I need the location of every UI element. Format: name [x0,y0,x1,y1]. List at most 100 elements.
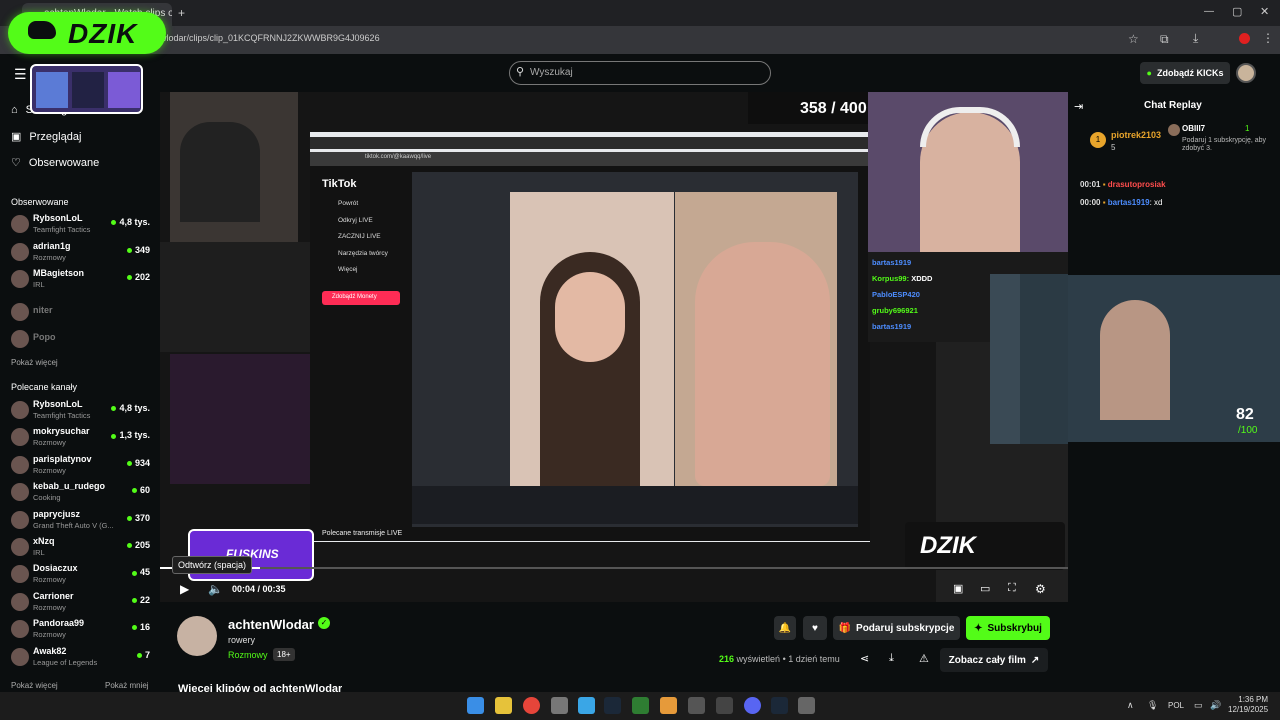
channel-avatar [11,243,29,261]
age-badge: 18+ [273,648,295,661]
viewer-count: 7 [137,650,150,660]
overlay-chat-user: PabloESP420 [872,290,920,299]
followed-channel-item[interactable]: MBagietson IRL 202 [11,267,156,293]
category-link[interactable]: Rozmowy [228,650,268,660]
webcam-person [1100,300,1170,420]
recommended-channel-item[interactable]: RybsonLoL Teamfight Tactics 4,8 tys. [11,398,156,424]
collapse-chat-icon[interactable]: ⇥ [1074,100,1083,113]
channel-avatar [11,510,29,529]
download-clip-icon[interactable]: ⤓ [889,652,894,665]
excel-icon[interactable] [632,697,649,714]
recommended-channel-item[interactable]: xNzq IRL 205 [11,535,156,561]
share-icon[interactable]: ⋖ [860,652,869,665]
kick-icon: ● [1146,68,1152,78]
show-less-recommended[interactable]: Pokaż mniej [105,681,149,690]
video-player[interactable]: tiktok.com/@kaawqq/live TikTok Powrót Odk… [160,92,1068,602]
show-more-followed[interactable]: Pokaż więcej [11,358,58,367]
gift-sub-button[interactable]: 🎁 Podaruj subskrypcje [833,616,960,640]
theater-icon[interactable]: ▭ [980,582,990,595]
file-explorer-icon[interactable] [495,697,512,714]
recommended-channel-item[interactable]: Dosiaczux Rozmowy 45 [11,562,156,588]
chat-user[interactable]: bartas1919 [1108,198,1150,207]
profile-icon[interactable] [1239,33,1250,44]
settings-icon[interactable] [798,697,815,714]
subscribe-button[interactable]: ✦ Subskrybuj [966,616,1050,640]
discord-icon[interactable] [744,697,761,714]
channel-avatar[interactable] [177,616,217,656]
recommended-channel-item[interactable]: Carrioner Rozmowy 22 [11,590,156,616]
play-icon[interactable]: ▶ [180,582,189,596]
address-bar[interactable]: wlodar/clips/clip_01KCQFRNNJ2ZKWWBR9G4J0… [160,33,380,43]
app-icon-4[interactable] [716,697,733,714]
channel-category: Rozmowy [33,602,66,612]
tray-chevron-icon[interactable]: ∧ [1127,700,1134,711]
recommended-section-title: Polecane kanały [11,382,78,392]
chrome-icon[interactable] [523,697,540,714]
minimize-button[interactable]: — [1204,6,1214,17]
network-icon[interactable]: ▭ [1194,700,1203,711]
play-tooltip: Odtwórz (spacja) [172,556,253,574]
viewer-count: 349 [127,245,150,255]
progress-track[interactable] [160,567,1068,569]
home-icon: ⌂ [11,104,18,116]
recommended-channel-item[interactable]: parisplatynov Rozmowy 934 [11,453,156,479]
followed-channel-item[interactable]: Popo [11,327,156,353]
speaker-icon[interactable]: 🔊 [1210,700,1221,711]
close-window-button[interactable]: ✕ [1260,5,1269,18]
user-avatar[interactable] [1236,63,1256,83]
recommended-channel-item[interactable]: paprycjusz Grand Theft Auto V (G... 370 [11,508,156,534]
steam-icon-2[interactable] [771,697,788,714]
report-icon[interactable]: ⚠ [919,652,929,665]
overlay-chat-line: bartas1919 [872,322,911,331]
overlay-chat-user: bartas1919 [872,258,912,267]
channel-name: paprycjusz [33,508,81,519]
language-indicator[interactable]: POL [1168,701,1184,710]
show-more-recommended[interactable]: Pokaż więcej [11,681,58,690]
obs-icon[interactable] [551,697,568,714]
bookmark-star-icon[interactable]: ☆ [1128,32,1139,46]
menu-dots-icon[interactable]: ⋮ [1262,31,1274,45]
download-icon[interactable]: ⤓ [1193,31,1198,46]
app-icon-2[interactable] [660,697,677,714]
notification-bell-icon[interactable]: 🔔 [774,616,796,640]
search-input[interactable]: Wyszukaj [509,61,771,85]
maximize-button[interactable]: ▢ [1232,5,1242,18]
overlay-chat-text: XDDD [911,274,933,283]
mic-icon[interactable]: 🎙 [1147,700,1158,711]
recommended-channel-item[interactable]: Awak82 League of Legends 7 [11,645,156,671]
channel-name[interactable]: achtenWlodar [228,617,314,632]
gift-sub-label: Podaruj subskrypcje [856,622,955,634]
extensions-icon[interactable]: ⧉ [1160,32,1169,47]
viewer-count: 22 [132,595,150,605]
overlay-chat-line: gruby696921 [872,306,918,315]
recommended-channel-item[interactable]: Pandoraa99 Rozmowy 16 [11,617,156,643]
recommended-channel-item[interactable]: mokrysuchar Rozmowy 1,3 tys. [11,425,156,451]
follow-heart-icon[interactable]: ♥ [803,616,827,640]
channel-avatar [11,620,29,639]
volume-icon[interactable]: 🔈 [208,582,223,596]
start-icon[interactable] [467,697,484,714]
followed-channel-item[interactable]: RybsonLoL Teamfight Tactics 4,8 tys. [11,212,156,238]
new-tab-button[interactable]: + [178,6,185,20]
fullscreen-icon[interactable]: ⛶ [1008,582,1016,595]
overlay-chat-user: Korpus99 [872,274,907,283]
watch-full-label: Zobacz cały film [948,654,1026,666]
hamburger-menu-icon[interactable]: ☰ [14,66,27,83]
chat-user[interactable]: drasutoprosiak [1108,180,1166,189]
pip-icon[interactable]: ▣ [953,582,963,595]
channel-category: Rozmowy [33,575,66,585]
nav-following[interactable]: ♡ Obserwowane [11,156,99,170]
settings-gear-icon[interactable]: ⚙ [1035,582,1046,596]
channel-category: Rozmowy [33,465,66,475]
followed-channel-item[interactable]: niter [11,300,156,326]
nav-browse[interactable]: ▣ Przeglądaj [11,130,81,144]
app-icon[interactable] [578,697,595,714]
kicks-button[interactable]: ● Zdobądź KICKs [1140,62,1230,84]
chat-text: : xd [1149,198,1163,207]
watch-full-button[interactable]: Zobacz cały film ↗ [940,648,1048,672]
app-icon-3[interactable] [688,697,705,714]
recommended-channel-item[interactable]: kebab_u_rudego Cooking 60 [11,480,156,506]
time-current: 00:04 [232,584,256,594]
steam-icon[interactable] [604,697,621,714]
followed-channel-item[interactable]: adrian1g Rozmowy 349 [11,240,156,266]
